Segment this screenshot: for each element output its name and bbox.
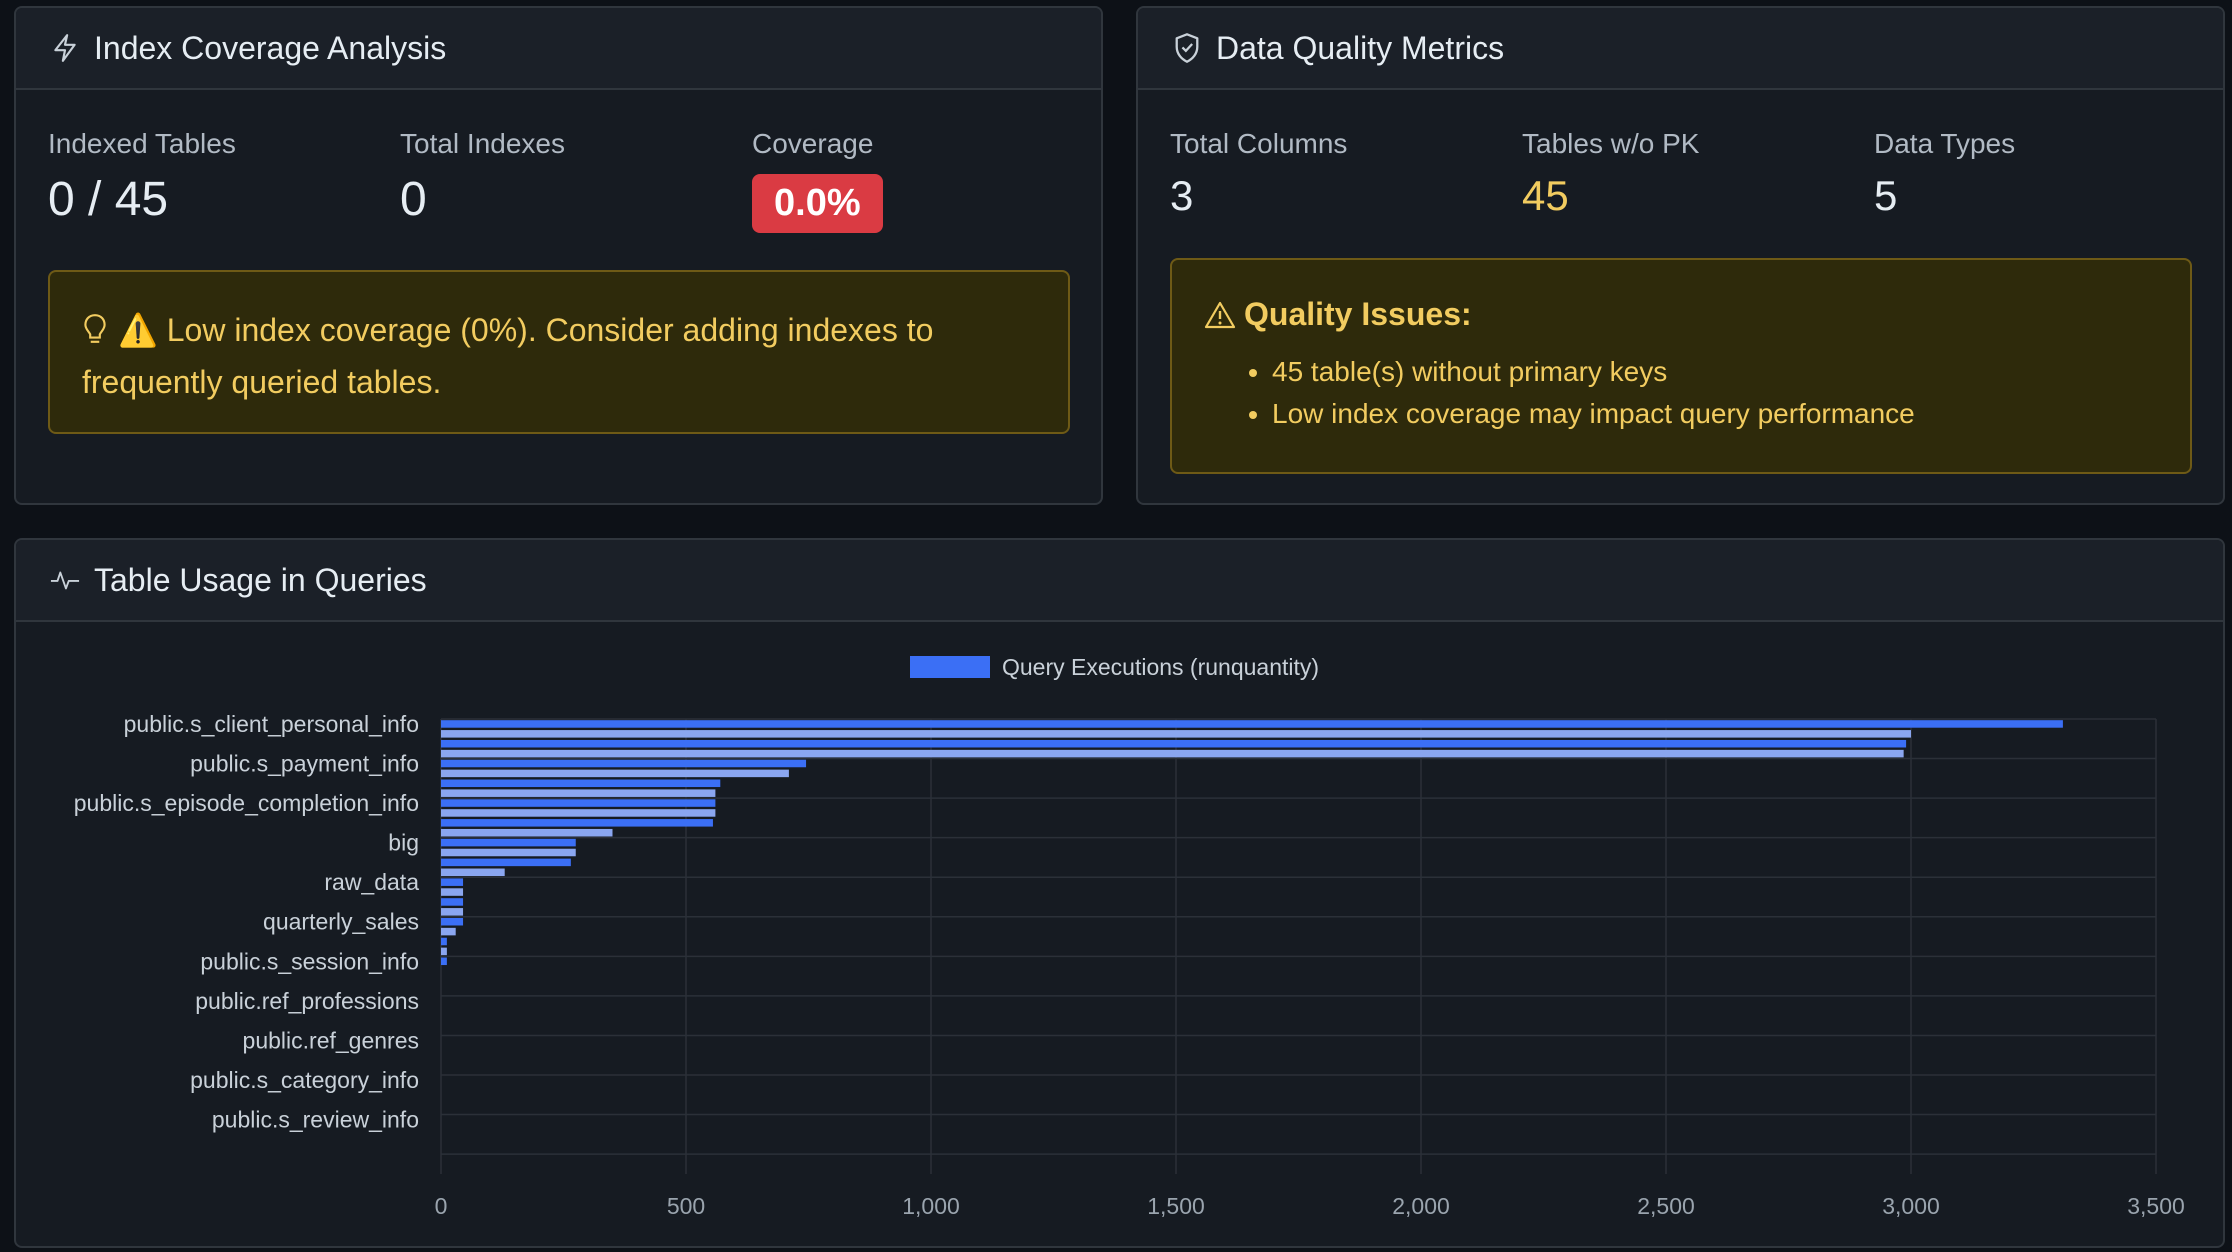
bar[interactable]: [441, 878, 464, 886]
legend-label[interactable]: Query Executions (runquantity): [1002, 654, 1319, 680]
bar[interactable]: [441, 749, 1904, 758]
legend-swatch[interactable]: [910, 656, 990, 678]
index-coverage-card: Index Coverage Analysis Indexed Tables 0…: [14, 6, 1103, 505]
x-tick-label: 3,500: [2127, 1193, 2185, 1219]
bar[interactable]: [441, 888, 464, 896]
x-tick-label: 3,000: [1882, 1193, 1940, 1219]
bar[interactable]: [441, 789, 716, 797]
bar[interactable]: [441, 739, 1907, 748]
bar[interactable]: [441, 730, 1911, 738]
metric-value: 3: [1170, 172, 1194, 219]
metric-label: Indexed Tables: [48, 128, 236, 159]
table-usage-card: Table Usage in Queries public.s_client_p…: [14, 538, 2225, 1248]
bar[interactable]: [441, 769, 789, 778]
y-category-label: public.s_episode_completion_info: [74, 790, 419, 816]
quality-issues-heading: Quality Issues:: [1204, 296, 2156, 333]
bar[interactable]: [441, 828, 613, 837]
coverage-badge: 0.0%: [752, 174, 883, 233]
bar[interactable]: [441, 848, 576, 857]
list-item: 45 table(s) without primary keys: [1272, 351, 2156, 393]
bar[interactable]: [441, 819, 713, 827]
bar[interactable]: [441, 720, 2063, 728]
bar[interactable]: [441, 917, 464, 926]
alert-text: ⚠️ Low index coverage (0%). Consider add…: [82, 312, 934, 400]
metric-label: Data Types: [1874, 128, 2016, 159]
bar[interactable]: [441, 809, 716, 817]
y-category-label: raw_data: [324, 869, 419, 895]
quality-issues-alert: Quality Issues: 45 table(s) without prim…: [1170, 258, 2192, 474]
warning-triangle-icon: [1204, 300, 1236, 330]
bar[interactable]: [441, 779, 721, 788]
lightbulb-icon: [82, 310, 110, 358]
coverage-metric: Coverage 0.0%: [752, 128, 883, 233]
data-types-metric: Data Types 5: [1874, 128, 2015, 220]
data-quality-header: Data Quality Metrics: [1138, 8, 2223, 90]
x-tick-label: 2,000: [1392, 1193, 1450, 1219]
table-usage-title: Table Usage in Queries: [94, 561, 427, 598]
bar[interactable]: [441, 908, 464, 916]
y-category-label: public.s_payment_info: [190, 751, 419, 777]
y-category-label: public.s_session_info: [200, 948, 419, 974]
x-tick-label: 2,500: [1637, 1193, 1695, 1219]
x-tick-label: 1,500: [1147, 1193, 1205, 1219]
bar[interactable]: [441, 868, 505, 877]
y-category-label: public.s_client_personal_info: [124, 711, 419, 737]
bar[interactable]: [441, 838, 576, 847]
total-columns-metric: Total Columns 3: [1170, 128, 1347, 220]
y-category-label: quarterly_sales: [263, 909, 419, 935]
low-coverage-alert: ⚠️ Low index coverage (0%). Consider add…: [48, 270, 1070, 434]
indexed-tables-metric: Indexed Tables 0 / 45: [48, 128, 236, 227]
y-category-label: public.ref_professions: [195, 988, 419, 1014]
total-indexes-metric: Total Indexes 0: [400, 128, 565, 227]
bar[interactable]: [441, 957, 447, 966]
activity-icon: [50, 565, 80, 595]
alert-text-wrap: ⚠️ Low index coverage (0%). Consider add…: [82, 306, 1036, 406]
bar[interactable]: [441, 947, 447, 956]
y-category-label: public.s_category_info: [190, 1067, 419, 1093]
bar[interactable]: [441, 759, 807, 768]
bar[interactable]: [441, 858, 571, 867]
x-tick-label: 1,000: [902, 1193, 960, 1219]
shield-check-icon: [1172, 33, 1202, 63]
bar[interactable]: [441, 927, 456, 936]
x-tick-label: 0: [435, 1193, 448, 1219]
metric-value: 0 / 45: [48, 173, 169, 226]
y-category-label: big: [388, 830, 419, 856]
metric-label: Tables w/o PK: [1522, 128, 1700, 159]
bar[interactable]: [441, 898, 464, 906]
y-category-label: public.ref_genres: [243, 1027, 419, 1053]
bar[interactable]: [441, 799, 716, 807]
table-usage-chart: public.s_client_personal_info public.s_pa…: [74, 654, 2185, 1219]
y-category-label: public.s_review_info: [212, 1107, 419, 1133]
data-quality-title: Data Quality Metrics: [1216, 29, 1505, 66]
metric-label: Total Indexes: [400, 128, 565, 159]
data-quality-card: Data Quality Metrics Total Columns 3 Tab…: [1136, 6, 2225, 505]
table-usage-header: Table Usage in Queries: [16, 540, 2223, 622]
metric-value: 5: [1874, 172, 1898, 219]
list-item: Low index coverage may impact query perf…: [1272, 393, 2156, 435]
bar[interactable]: [441, 937, 447, 946]
quality-issues-title: Quality Issues:: [1244, 296, 1472, 332]
index-coverage-title: Index Coverage Analysis: [94, 29, 447, 66]
quality-issues-list: 45 table(s) without primary keys Low ind…: [1204, 351, 2156, 435]
metric-label: Total Columns: [1170, 128, 1348, 159]
metric-label: Coverage: [752, 128, 874, 159]
metric-value: 45: [1522, 172, 1569, 219]
index-coverage-header: Index Coverage Analysis: [16, 8, 1101, 90]
metric-value: 0: [400, 173, 427, 226]
x-tick-label: 500: [667, 1193, 705, 1219]
lightning-icon: [50, 33, 80, 63]
tables-without-pk-metric: Tables w/o PK 45: [1522, 128, 1699, 220]
